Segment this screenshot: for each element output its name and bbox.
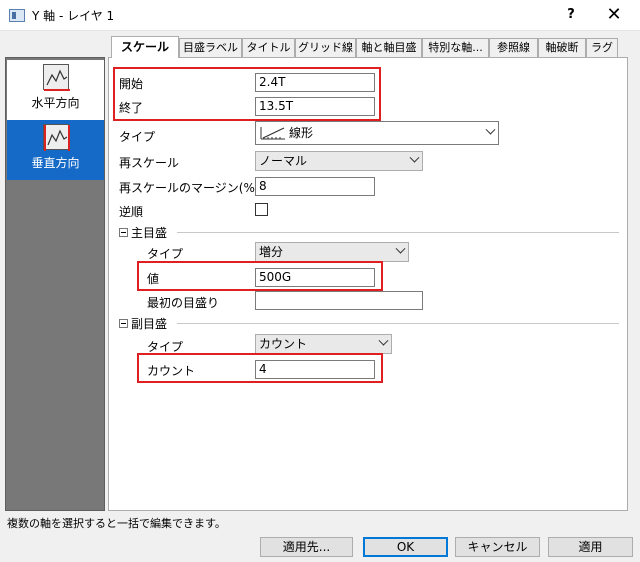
sidebar-item-horizontal[interactable]: 水平方向 bbox=[7, 60, 104, 120]
start-label: 開始 bbox=[119, 77, 144, 91]
tab-bar: スケール 目盛ラベル タイトル グリッド線 軸と軸目盛 特別な軸... 参照線 … bbox=[108, 36, 628, 58]
major-value-label: 値 bbox=[147, 272, 160, 286]
chevron-down-icon bbox=[485, 124, 496, 135]
minor-type-value: カウント bbox=[259, 337, 308, 351]
section-divider bbox=[177, 323, 619, 324]
window-title: Y 軸 - レイヤ 1 bbox=[32, 9, 115, 23]
minor-ticks-section-label: 副目盛 bbox=[131, 317, 168, 331]
tab-rug[interactable]: ラグ bbox=[586, 38, 618, 57]
linear-scale-icon bbox=[260, 126, 286, 140]
chevron-down-icon bbox=[395, 243, 406, 254]
reverse-label: 逆順 bbox=[119, 205, 144, 219]
end-input[interactable]: 13.5T bbox=[255, 97, 375, 116]
collapse-icon bbox=[119, 319, 128, 328]
first-tick-label: 最初の目盛り bbox=[147, 296, 220, 310]
horizontal-axis-icon bbox=[42, 64, 70, 91]
minor-type-select[interactable]: カウント bbox=[255, 334, 392, 354]
rescale-label: 再スケール bbox=[119, 156, 180, 170]
minor-count-label: カウント bbox=[147, 364, 196, 378]
rescale-select[interactable]: ノーマル bbox=[255, 151, 423, 171]
section-divider bbox=[177, 232, 619, 233]
sidebar-item-vertical[interactable]: 垂直方向 bbox=[7, 120, 104, 180]
tab-title[interactable]: タイトル bbox=[242, 38, 295, 57]
type-label: タイプ bbox=[119, 130, 156, 144]
start-input[interactable]: 2.4T bbox=[255, 73, 375, 92]
major-value-input[interactable]: 500G bbox=[255, 268, 375, 287]
sidebar-item-label: 垂直方向 bbox=[31, 156, 80, 170]
minor-count-input[interactable]: 4 bbox=[255, 360, 375, 379]
tab-reference-lines[interactable]: 参照線 bbox=[489, 38, 538, 57]
rescale-margin-label: 再スケールのマージン(%) bbox=[119, 181, 260, 195]
first-tick-input[interactable] bbox=[255, 291, 423, 310]
reverse-checkbox[interactable] bbox=[255, 203, 268, 216]
scale-type-value: 線形 bbox=[289, 126, 314, 140]
cancel-button[interactable]: キャンセル bbox=[455, 537, 540, 557]
window-icon bbox=[9, 9, 25, 22]
scale-panel: 開始 2.4T 終了 13.5T タイプ 線形 再スケール ノーマル 再スケール… bbox=[108, 57, 628, 511]
title-bar: Y 軸 - レイヤ 1 ? ✕ bbox=[0, 0, 640, 31]
major-type-value: 増分 bbox=[259, 245, 284, 259]
apply-button[interactable]: 適用 bbox=[548, 537, 633, 557]
tab-axis-break[interactable]: 軸破断 bbox=[538, 38, 586, 57]
ok-button[interactable]: OK bbox=[363, 537, 448, 557]
tab-special-axis[interactable]: 特別な軸... bbox=[422, 38, 489, 57]
apply-to-button[interactable]: 適用先... bbox=[260, 537, 353, 557]
chevron-down-icon bbox=[378, 335, 389, 346]
axis-direction-sidebar: 水平方向 垂直方向 bbox=[5, 57, 105, 511]
tab-axis-and-ticks[interactable]: 軸と軸目盛 bbox=[356, 38, 422, 57]
end-label: 終了 bbox=[119, 101, 144, 115]
rescale-margin-input[interactable]: 8 bbox=[255, 177, 375, 196]
tab-grid-lines[interactable]: グリッド線 bbox=[295, 38, 356, 57]
help-button[interactable]: ? bbox=[556, 4, 586, 26]
close-button[interactable]: ✕ bbox=[598, 2, 630, 28]
status-text: 複数の軸を選択すると一括で編集できます。 bbox=[7, 517, 226, 530]
vertical-axis-icon bbox=[42, 124, 70, 151]
collapse-icon bbox=[119, 228, 128, 237]
minor-type-label: タイプ bbox=[147, 340, 184, 354]
tab-scale[interactable]: スケール bbox=[111, 36, 179, 58]
minor-ticks-section[interactable]: 副目盛 bbox=[119, 315, 167, 332]
major-ticks-section-label: 主目盛 bbox=[131, 226, 168, 240]
scale-type-select[interactable]: 線形 bbox=[255, 121, 499, 145]
major-ticks-section[interactable]: 主目盛 bbox=[119, 224, 167, 241]
rescale-value: ノーマル bbox=[259, 154, 308, 168]
sidebar-item-label: 水平方向 bbox=[31, 96, 80, 110]
major-type-select[interactable]: 増分 bbox=[255, 242, 409, 262]
major-type-label: タイプ bbox=[147, 247, 184, 261]
chevron-down-icon bbox=[409, 152, 420, 163]
tab-tick-labels[interactable]: 目盛ラベル bbox=[179, 38, 242, 57]
